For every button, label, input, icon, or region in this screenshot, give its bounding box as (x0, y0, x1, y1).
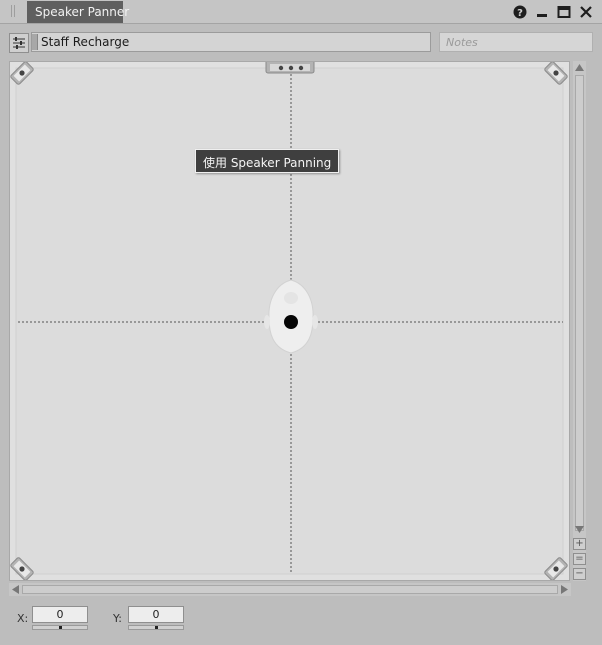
minimize-icon[interactable] (534, 4, 550, 20)
close-icon[interactable] (578, 4, 594, 20)
maximize-icon[interactable] (556, 4, 572, 20)
window-controls: ? (512, 2, 594, 22)
panner-canvas[interactable] (9, 61, 570, 581)
x-slider[interactable] (32, 625, 88, 630)
preset-name-field[interactable]: Staff Recharge (31, 32, 431, 52)
scroll-up-icon[interactable] (573, 61, 586, 74)
y-slider-thumb[interactable] (155, 626, 158, 629)
zoom-reset-button[interactable]: = (573, 553, 586, 565)
x-slider-thumb[interactable] (59, 626, 62, 629)
scroll-left-icon[interactable] (9, 583, 22, 596)
preset-name: Staff Recharge (41, 35, 130, 49)
x-value-input[interactable]: 0 (32, 606, 88, 623)
help-icon[interactable]: ? (512, 4, 528, 20)
zoom-in-button[interactable]: + (573, 538, 586, 550)
speaker-front-center-icon (265, 62, 315, 74)
scroll-right-icon[interactable] (558, 583, 571, 596)
toolbar: Staff Recharge Notes (0, 24, 602, 58)
y-label: Y: (113, 612, 122, 625)
sliders-icon[interactable] (9, 33, 29, 53)
vertical-scrollbar[interactable]: + = − (573, 61, 586, 581)
tooltip: 使用 Speaker Panning (195, 149, 340, 173)
horizontal-scrollbar[interactable] (9, 583, 571, 596)
preset-color-swatch (32, 34, 38, 50)
title-bar: Speaker Panner ? (0, 0, 602, 24)
pan-position-handle[interactable] (284, 315, 298, 329)
y-value-input[interactable]: 0 (128, 606, 184, 623)
notes-input[interactable]: Notes (439, 32, 593, 52)
y-slider[interactable] (128, 625, 184, 630)
drag-grip-icon[interactable] (11, 5, 15, 17)
scroll-down-icon[interactable] (573, 523, 586, 536)
x-label: X: (17, 612, 29, 625)
tab-speaker-panner[interactable]: Speaker Panner (27, 1, 129, 23)
horizontal-scroll-track[interactable] (22, 585, 558, 594)
svg-text:?: ? (517, 8, 523, 19)
vertical-scroll-track[interactable] (575, 75, 584, 531)
zoom-out-button[interactable]: − (573, 568, 586, 580)
